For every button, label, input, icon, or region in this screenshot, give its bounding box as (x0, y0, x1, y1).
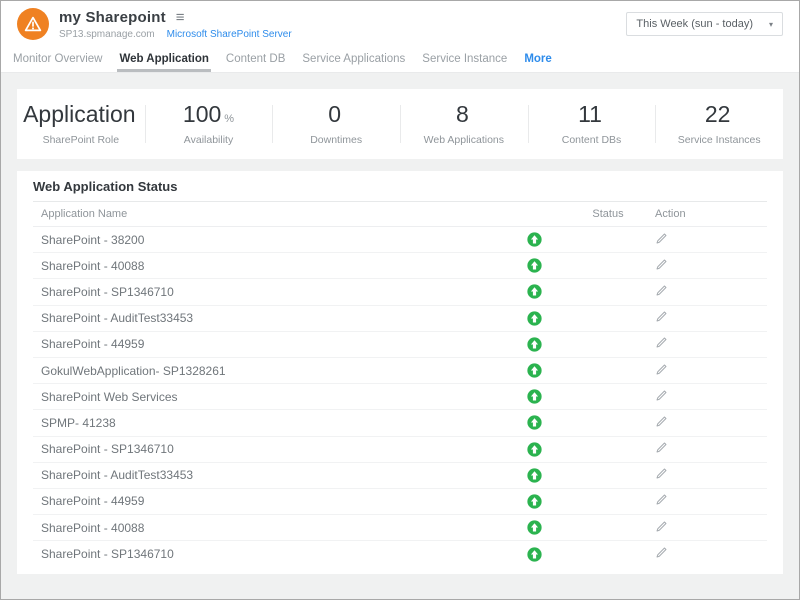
application-name: SharePoint - SP1346710 (33, 285, 499, 299)
edit-pencil-icon[interactable] (655, 258, 668, 271)
tab-service-applications[interactable]: Service Applications (300, 47, 407, 72)
status-up-icon (499, 520, 569, 535)
menu-icon[interactable]: ≡ (176, 10, 185, 25)
stat-value: 0 (328, 101, 341, 127)
tab-service-instance[interactable]: Service Instance (420, 47, 509, 72)
application-name: SharePoint - 44959 (33, 494, 499, 508)
edit-pencil-icon[interactable] (655, 441, 668, 454)
stat-web-applications: 8 Web Applications (400, 89, 528, 159)
application-name: SPMP- 41238 (33, 416, 499, 430)
column-header-action: Action (647, 208, 767, 220)
column-header-application-name: Application Name (33, 208, 499, 220)
table-row[interactable]: SharePoint - 38200 (33, 227, 767, 253)
page-title: my Sharepoint (59, 9, 166, 26)
stat-unit: % (224, 113, 234, 125)
tab-monitor-overview[interactable]: Monitor Overview (11, 47, 104, 72)
edit-pencil-icon[interactable] (655, 546, 668, 559)
edit-pencil-icon[interactable] (655, 467, 668, 480)
stat-content-dbs: 11 Content DBs (528, 89, 656, 159)
table-row[interactable]: SharePoint - AuditTest33453 (33, 306, 767, 332)
edit-pencil-icon[interactable] (655, 232, 668, 245)
hostname-label: SP13.spmanage.com (59, 29, 155, 40)
stat-availability: 100% Availability (145, 89, 273, 159)
status-up-icon (499, 389, 569, 404)
stat-label: Content DBs (528, 134, 656, 146)
monitor-type-link[interactable]: Microsoft SharePoint Server (167, 29, 292, 40)
table-row[interactable]: GokulWebApplication- SP1328261 (33, 358, 767, 384)
table-body: SharePoint - 38200 SharePoint - 40088 (17, 227, 783, 567)
application-name: SharePoint - 40088 (33, 521, 499, 535)
application-name: GokulWebApplication- SP1328261 (33, 364, 499, 378)
status-up-icon (499, 363, 569, 378)
edit-pencil-icon[interactable] (655, 493, 668, 506)
tab-content-db[interactable]: Content DB (224, 47, 287, 72)
status-up-icon (499, 232, 569, 247)
app-window: my Sharepoint ≡ SP13.spmanage.com Micros… (0, 0, 800, 600)
status-up-icon (499, 468, 569, 483)
stat-label: SharePoint Role (17, 134, 145, 146)
table-header-row: Application Name Status Action (33, 202, 767, 227)
title-block: my Sharepoint ≡ SP13.spmanage.com Micros… (59, 9, 292, 40)
stat-label: Availability (145, 134, 273, 146)
table-row[interactable]: SharePoint - SP1346710 (33, 437, 767, 463)
monitor-warning-icon (17, 8, 49, 40)
edit-pencil-icon[interactable] (655, 389, 668, 402)
table-row[interactable]: SharePoint - SP1346710 (33, 541, 767, 567)
edit-pencil-icon[interactable] (655, 363, 668, 376)
table-row[interactable]: SharePoint - 40088 (33, 515, 767, 541)
stat-value: 11 (578, 101, 602, 127)
table-row[interactable]: SharePoint - 44959 (33, 489, 767, 515)
period-dropdown-value: This Week (sun - today) (636, 18, 753, 30)
table-row[interactable]: SharePoint - AuditTest33453 (33, 463, 767, 489)
edit-pencil-icon[interactable] (655, 415, 668, 428)
edit-pencil-icon[interactable] (655, 284, 668, 297)
stat-service-instances: 22 Service Instances (655, 89, 783, 159)
status-up-icon (499, 494, 569, 509)
period-dropdown[interactable]: This Week (sun - today) ▾ (626, 12, 783, 36)
application-name: SharePoint - 38200 (33, 233, 499, 247)
stat-value: 100 (183, 101, 221, 127)
table-row[interactable]: SharePoint - SP1346710 (33, 279, 767, 305)
table-row[interactable]: SPMP- 41238 (33, 410, 767, 436)
application-name: SharePoint - AuditTest33453 (33, 311, 499, 325)
application-name: SharePoint Web Services (33, 390, 499, 404)
edit-pencil-icon[interactable] (655, 520, 668, 533)
column-header-status: Status (569, 208, 647, 220)
stat-value: Application (23, 101, 136, 127)
tab-bar: Monitor Overview Web Application Content D… (1, 47, 799, 73)
status-up-icon (499, 442, 569, 457)
edit-pencil-icon[interactable] (655, 336, 668, 349)
application-name: SharePoint - AuditTest33453 (33, 468, 499, 482)
table-row[interactable]: SharePoint Web Services (33, 384, 767, 410)
application-name: SharePoint - 44959 (33, 337, 499, 351)
stat-label: Service Instances (655, 134, 783, 146)
table-row[interactable]: SharePoint - 40088 (33, 253, 767, 279)
stat-label: Downtimes (272, 134, 400, 146)
status-up-icon (499, 311, 569, 326)
status-up-icon (499, 415, 569, 430)
status-up-icon (499, 284, 569, 299)
stat-label: Web Applications (400, 134, 528, 146)
stat-downtimes: 0 Downtimes (272, 89, 400, 159)
summary-stats-card: Application SharePoint Role 100% Availab… (17, 89, 783, 159)
stat-value: 22 (705, 101, 731, 127)
stat-sharepoint-role: Application SharePoint Role (17, 89, 145, 159)
table-row[interactable]: SharePoint - 44959 (33, 332, 767, 358)
status-up-icon (499, 337, 569, 352)
stat-value: 8 (456, 101, 469, 127)
web-application-status-card: Web Application Status Application Name … (17, 171, 783, 574)
content-area: Application SharePoint Role 100% Availab… (1, 73, 799, 599)
tab-more[interactable]: More (522, 47, 553, 72)
application-name: SharePoint - 40088 (33, 259, 499, 273)
tab-web-application[interactable]: Web Application (117, 47, 210, 72)
application-name: SharePoint - SP1346710 (33, 442, 499, 456)
section-title: Web Application Status (33, 171, 767, 202)
edit-pencil-icon[interactable] (655, 310, 668, 323)
chevron-down-icon: ▾ (769, 20, 773, 29)
header: my Sharepoint ≡ SP13.spmanage.com Micros… (1, 1, 799, 47)
status-up-icon (499, 258, 569, 273)
application-name: SharePoint - SP1346710 (33, 547, 499, 561)
status-up-icon (499, 547, 569, 562)
